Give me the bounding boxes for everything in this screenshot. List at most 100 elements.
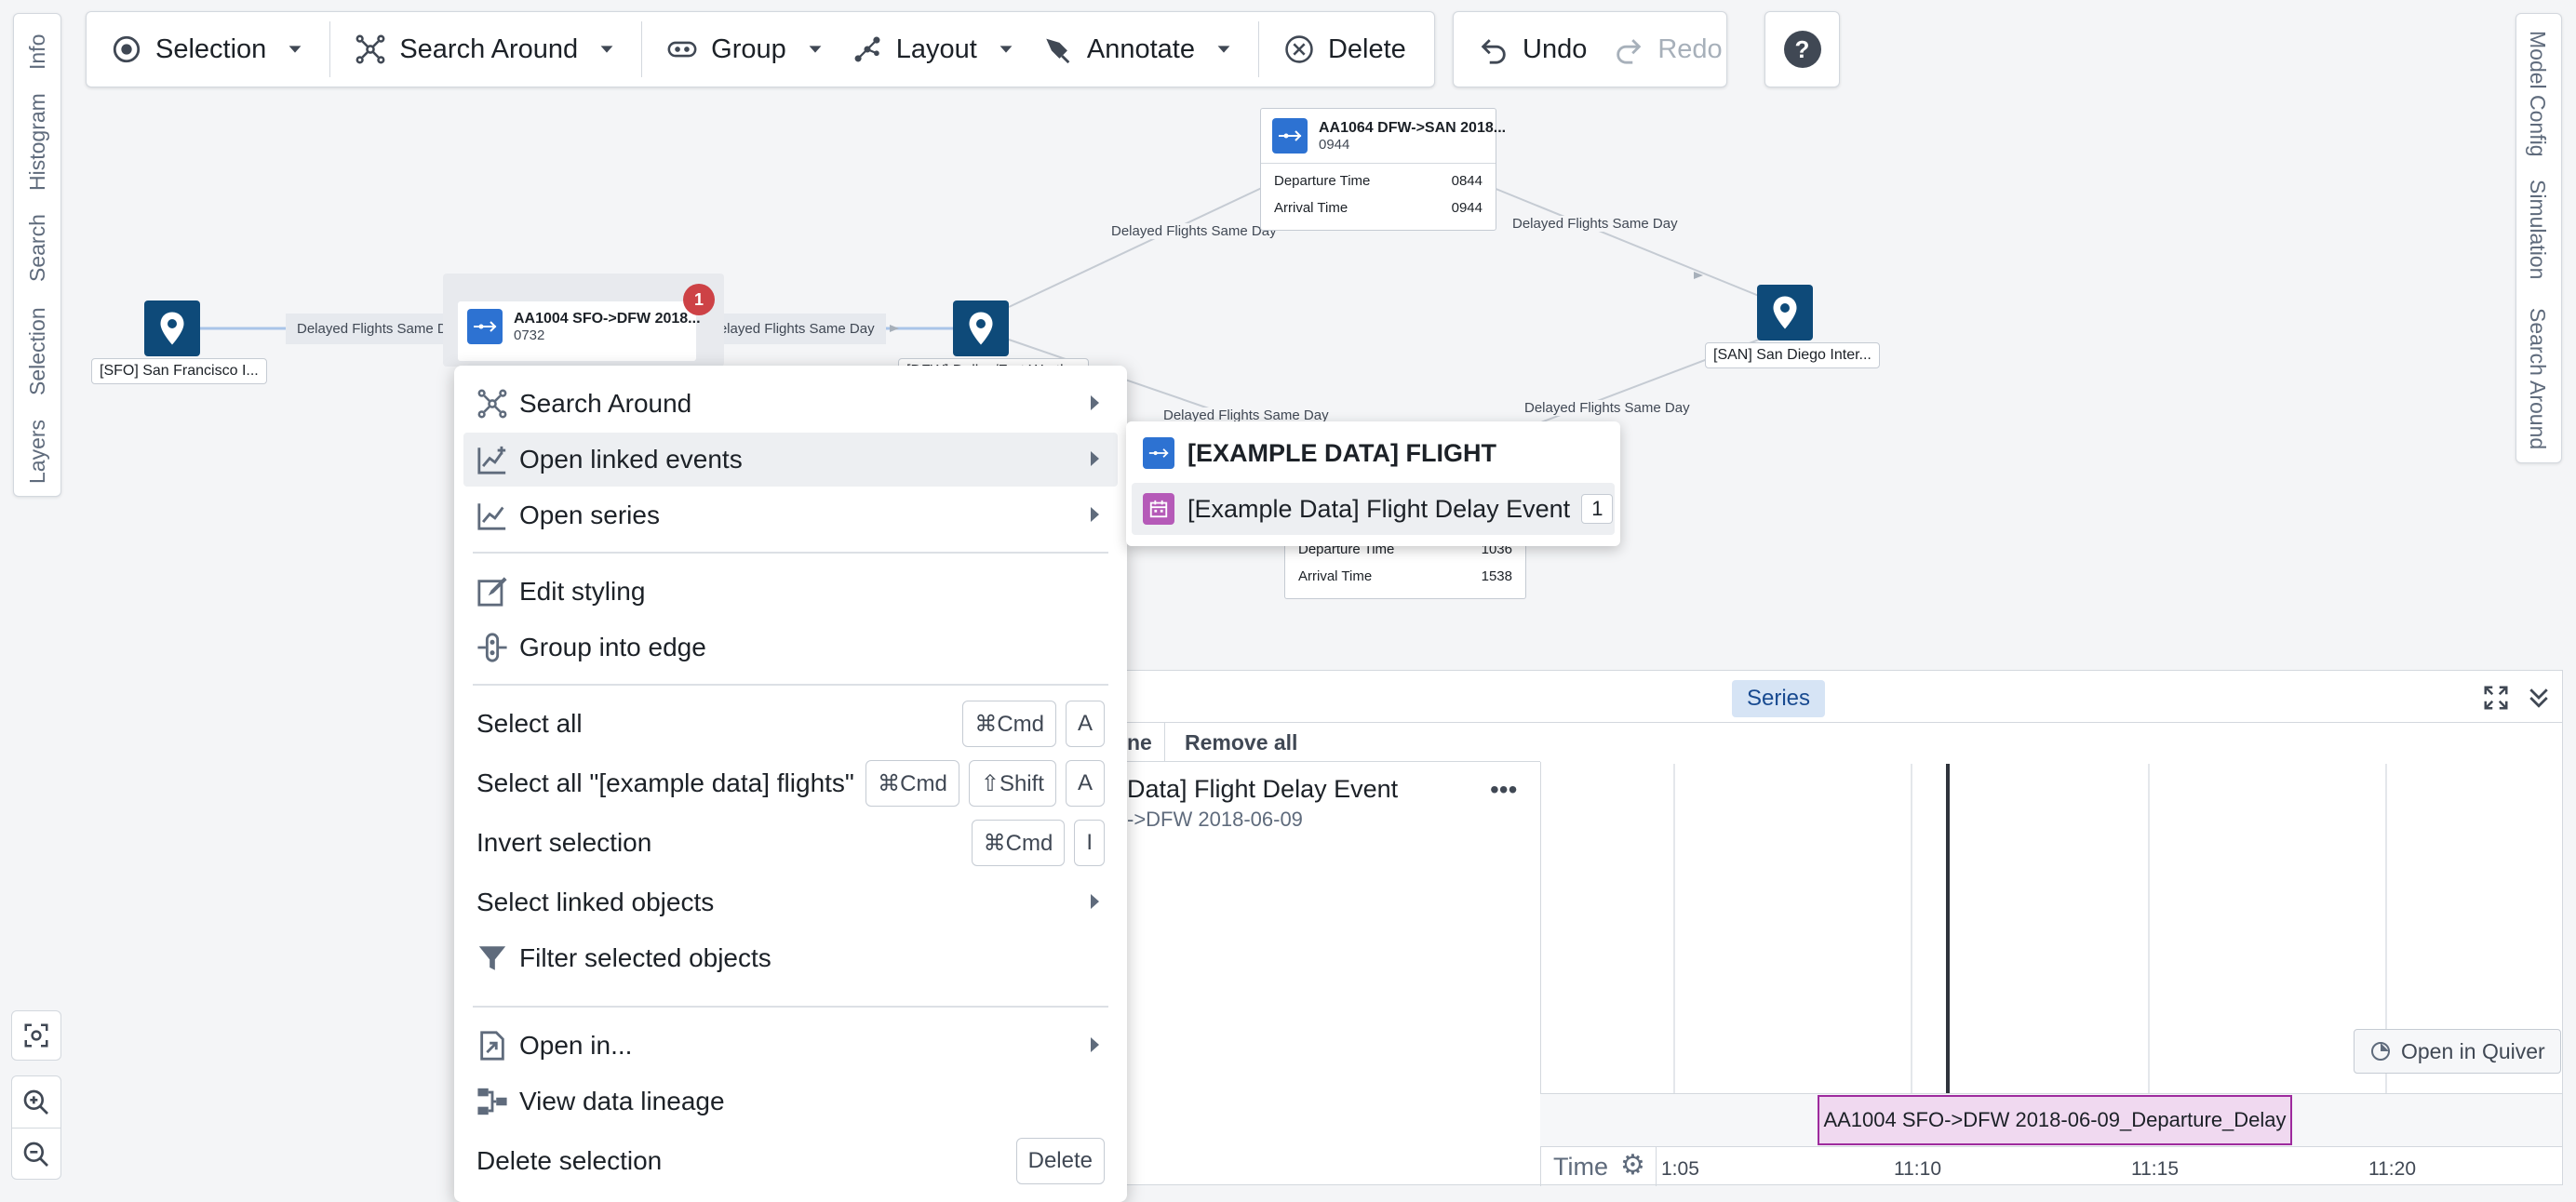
zoom-in-icon: [23, 1089, 48, 1115]
linked-events-submenu: [EXAMPLE DATA] FLIGHT [Example Data] Fli…: [1126, 421, 1620, 546]
flight-object-icon: [1272, 118, 1308, 154]
series-item[interactable]: Data] Flight Delay Event ->DFW 2018-06-0…: [1127, 775, 1540, 832]
zoom-out-button[interactable]: [12, 1129, 60, 1181]
series-item-title: Data] Flight Delay Event: [1127, 775, 1399, 803]
menu-item-label: View data lineage: [519, 1087, 725, 1115]
property-value: 0944: [1451, 200, 1483, 216]
edge-label[interactable]: Delayed Flights Same Day: [698, 314, 886, 344]
property-key: Arrival Time: [1274, 200, 1348, 216]
submenu-item-label: [Example Data] Flight Delay Event: [1187, 494, 1571, 523]
open-in-quiver-button[interactable]: Open in Quiver: [2354, 1029, 2561, 1074]
menu-item-edit-styling[interactable]: Edit styling: [463, 565, 1118, 619]
current-time-cursor[interactable]: [1946, 764, 1950, 1093]
edge-label[interactable]: Delayed Flights Same Day: [1524, 400, 1690, 416]
column-header: ne: [1127, 730, 1152, 755]
menu-item-label: Open in...: [519, 1031, 633, 1060]
shortcut-keys: ⌘Cmd A: [962, 701, 1105, 747]
map-pin-icon: [1773, 296, 1797, 329]
edge-label[interactable]: Delayed Flights Same Day: [1111, 223, 1277, 239]
menu-item-label: Delete selection: [476, 1146, 663, 1175]
menu-item-label: Select all "[example data] flights": [476, 768, 854, 797]
submenu-arrow-icon: [1091, 395, 1099, 410]
property-key: Departure Time: [1274, 173, 1371, 189]
menu-item-select-linked-objects[interactable]: Select linked objects: [463, 875, 1118, 929]
event-count-badge: 1: [1581, 494, 1614, 524]
more-options-icon[interactable]: •••: [1490, 775, 1517, 805]
menu-item-open-in[interactable]: Open in...: [463, 1019, 1118, 1073]
flight-card-title: AA1004 SFO->DFW 2018...: [514, 310, 701, 327]
key-a: A: [1065, 701, 1105, 747]
series-item-subtitle: ->DFW 2018-06-09: [1127, 808, 1303, 831]
menu-item-label: Search Around: [519, 389, 692, 418]
menu-item-label: Group into edge: [519, 633, 706, 661]
time-axis-label: Time: [1553, 1153, 1608, 1181]
menu-item-label: Edit styling: [519, 577, 646, 606]
menu-item-label: Open series: [519, 501, 660, 529]
property-value: 1538: [1481, 568, 1512, 584]
flight-node-aa1064[interactable]: AA1064 DFW->SAN 2018... 0944 Departure T…: [1260, 108, 1506, 231]
search-around-icon: [477, 389, 507, 419]
airport-label-sfo: [SFO] San Francisco I...: [91, 358, 267, 384]
fit-to-screen-button[interactable]: [11, 1010, 61, 1061]
badge-count: 1: [693, 289, 704, 309]
axis-divider: [1656, 1147, 1657, 1186]
key-a: A: [1065, 760, 1105, 807]
menu-item-open-series[interactable]: Open series: [463, 488, 1118, 542]
submenu-arrow-icon: [1091, 894, 1099, 909]
flight-card-title: AA1064 DFW->SAN 2018...: [1319, 119, 1507, 136]
shortcut-keys: ⌘Cmd I: [971, 820, 1105, 866]
airport-node-dfw[interactable]: [953, 300, 1009, 356]
menu-item-filter-selected[interactable]: Filter selected objects: [463, 931, 1118, 985]
menu-item-invert-selection[interactable]: Invert selection ⌘Cmd I: [463, 816, 1118, 870]
menu-item-delete-selection[interactable]: Delete selection Delete: [463, 1134, 1118, 1188]
submenu-arrow-icon: [1091, 451, 1099, 466]
flight-node-aa1004[interactable]: AA1004 SFO->DFW 2018... 0732: [458, 301, 701, 361]
property-row: Departure Time 0844: [1261, 164, 1496, 194]
property-key: Arrival Time: [1298, 568, 1373, 584]
tab-series[interactable]: Series: [1732, 680, 1826, 717]
zoom-out-icon: [23, 1142, 48, 1167]
key-cmd: ⌘Cmd: [971, 820, 1066, 866]
time-gridline: [1673, 764, 1675, 1093]
menu-item-group-into-edge[interactable]: Group into edge: [463, 621, 1118, 674]
event-track: AA1004 SFO->DFW 2018-06-09_Departure_Del…: [1540, 1093, 2562, 1147]
edge-label[interactable]: Delayed Flights Same Day: [1512, 216, 1678, 232]
remove-all-button[interactable]: Remove all: [1185, 730, 1297, 755]
quiver-icon: [2371, 1042, 2390, 1061]
collapse-chevrons-icon[interactable]: [2525, 684, 2553, 712]
data-lineage-icon: [477, 1088, 507, 1115]
menu-item-select-all-type[interactable]: Select all "[example data] flights" ⌘Cmd…: [463, 756, 1118, 810]
property-value: 0844: [1451, 173, 1483, 189]
group-edge-icon: [477, 633, 507, 662]
airport-node-sfo[interactable]: [144, 300, 200, 356]
column-divider: [1164, 723, 1165, 762]
menu-item-search-around[interactable]: Search Around: [463, 377, 1118, 431]
notification-badge: 1: [683, 284, 715, 315]
event-bar[interactable]: AA1004 SFO->DFW 2018-06-09_Departure_Del…: [1818, 1095, 2292, 1145]
timeline-panel: Series ne Remove all Data] Flight Delay …: [1126, 670, 2563, 1186]
submenu-arrow-icon: [1091, 507, 1099, 522]
panel-header: Series: [1127, 671, 2562, 723]
line-chart-icon: [477, 503, 506, 530]
menu-item-label: Filter selected objects: [519, 943, 771, 972]
flight-card-subtitle: 0944: [1319, 136, 1350, 153]
key-cmd: ⌘Cmd: [865, 760, 959, 807]
menu-divider: [473, 552, 1108, 554]
map-pin-icon: [160, 312, 184, 345]
key-i: I: [1074, 820, 1105, 866]
flight-object-icon: [1143, 437, 1174, 469]
menu-item-select-all[interactable]: Select all ⌘Cmd A: [463, 697, 1118, 751]
zoom-in-button[interactable]: [12, 1076, 60, 1129]
submenu-item-flight-delay-event[interactable]: [Example Data] Flight Delay Event 1: [1132, 483, 1615, 535]
submenu-item-flight[interactable]: [EXAMPLE DATA] FLIGHT: [1132, 427, 1615, 479]
airport-node-san[interactable]: [1757, 285, 1813, 341]
menu-item-open-linked-events[interactable]: Open linked events: [463, 433, 1118, 487]
flight-card-subtitle: 0732: [514, 327, 545, 343]
airport-label-san: [SAN] San Diego Inter...: [1705, 342, 1880, 368]
property-row: Arrival Time 0944: [1261, 194, 1496, 221]
menu-item-view-data-lineage[interactable]: View data lineage: [463, 1075, 1118, 1129]
time-tick: 11:20: [2368, 1158, 2416, 1180]
key-cmd: ⌘Cmd: [962, 701, 1056, 747]
gear-icon[interactable]: ⚙: [1620, 1149, 1645, 1182]
expand-icon[interactable]: [2482, 684, 2510, 712]
